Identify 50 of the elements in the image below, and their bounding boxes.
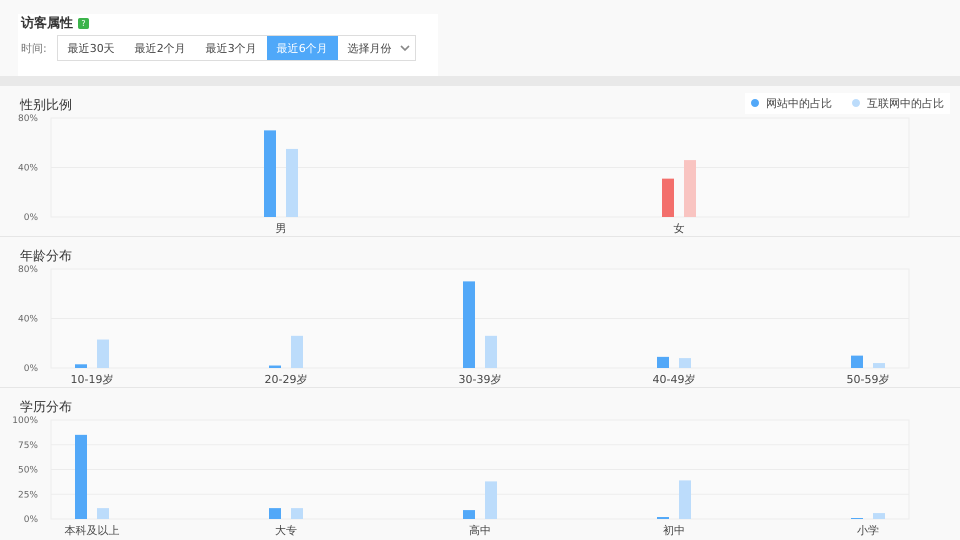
bar [873, 363, 885, 368]
bar [485, 336, 497, 368]
bar [291, 336, 303, 368]
chevron-down-icon [400, 44, 410, 52]
axis-tick-label: 0% [24, 515, 38, 525]
axis-tick-label: 0% [24, 364, 38, 374]
bar [485, 481, 497, 519]
bar [97, 508, 109, 519]
category-label: 小学 [857, 524, 879, 537]
bar [291, 508, 303, 519]
bar [662, 178, 674, 217]
bar [657, 356, 669, 368]
time-label: 时间: [21, 40, 47, 56]
bar [679, 480, 691, 519]
category-label: 20-29岁 [264, 373, 308, 386]
chart-title: 学历分布 [20, 399, 72, 416]
axis-tick-label: 75% [18, 440, 38, 451]
section-title: 访客属性 [21, 14, 73, 32]
axis-tick-label: 40% [18, 164, 38, 174]
axis-tick-label: 40% [18, 314, 38, 324]
category-label: 本科及以上 [64, 524, 120, 537]
legend-label: 互联网中的占比 [867, 96, 944, 110]
legend-label: 网站中的占比 [766, 96, 832, 110]
bar [97, 340, 109, 368]
axis-tick-label: 0% [24, 213, 38, 223]
bar [684, 160, 696, 217]
category-label: 大专 [275, 524, 297, 537]
category-label: 男 [276, 222, 286, 235]
bar [286, 148, 298, 217]
category-label: 女 [674, 222, 684, 235]
axis-tick-label: 80% [18, 114, 38, 124]
category-label: 40-49岁 [652, 373, 696, 386]
category-label: 50-59岁 [846, 373, 890, 386]
category-label: 30-39岁 [458, 373, 502, 386]
bar [873, 513, 885, 519]
bar [269, 508, 281, 519]
category-label: 初中 [663, 524, 685, 537]
category-label: 10-19岁 [70, 373, 114, 386]
chart-title: 年龄分布 [20, 248, 72, 265]
axis-tick-label: 80% [18, 265, 38, 275]
axis-tick-label: 100% [12, 416, 38, 426]
bar [269, 366, 281, 368]
axis-tick-label: 25% [18, 490, 38, 500]
bar [463, 510, 475, 519]
bar [75, 364, 87, 368]
bar [851, 356, 863, 368]
bar [679, 358, 691, 368]
axis-tick-label: 50% [18, 466, 38, 476]
category-label: 高中 [469, 524, 491, 537]
chart-title: 性别比例 [20, 97, 72, 114]
